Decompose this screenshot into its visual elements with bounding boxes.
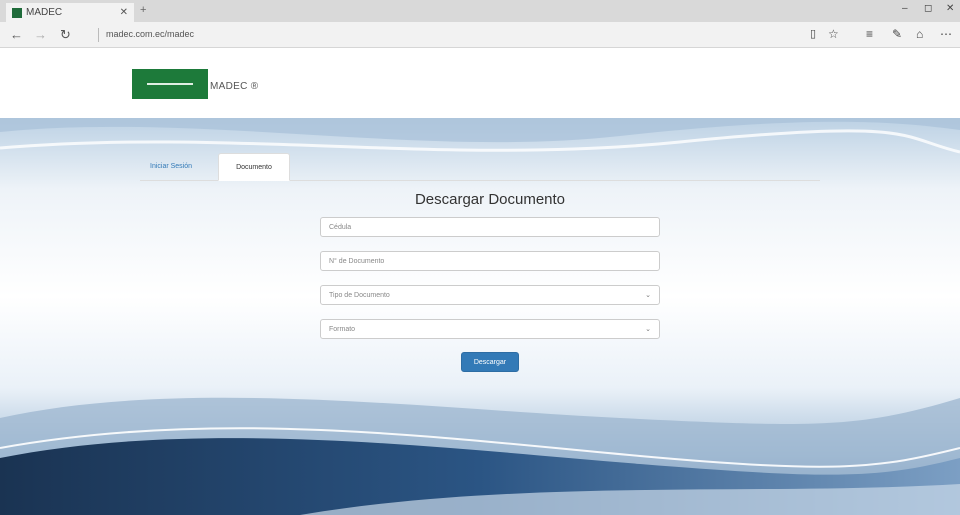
address-bar: ← → ↻ madec.com.ec/madec ▯ ☆ ≡ ✎ ⌂ ⋯	[0, 22, 960, 48]
hub-icon[interactable]: ≡	[866, 27, 873, 41]
maximize-icon[interactable]: ◻	[924, 3, 932, 14]
refresh-icon[interactable]: ↻	[60, 27, 71, 43]
new-tab-icon[interactable]: +	[140, 4, 146, 16]
url-field[interactable]: madec.com.ec/madec	[106, 29, 194, 39]
minimize-icon[interactable]: –	[902, 3, 908, 14]
document-type-select[interactable]: Tipo de Documento ⌄	[320, 285, 660, 305]
cedula-input[interactable]: Cédula	[320, 217, 660, 237]
cedula-placeholder: Cédula	[329, 223, 352, 231]
web-note-icon[interactable]: ✎	[892, 27, 902, 41]
browser-tab-bar: MADEC ✕ + – ◻ ✕	[0, 0, 960, 22]
tab-iniciar-sesion[interactable]: Iniciar Sesión	[150, 163, 192, 170]
chevron-down-icon: ⌄	[645, 292, 651, 299]
form-title: Descargar Documento	[414, 191, 566, 208]
window-close-icon[interactable]: ✕	[946, 3, 954, 14]
address-separator	[98, 28, 99, 42]
site-header: MADEC ®	[0, 48, 960, 118]
document-type-value: Tipo de Documento	[329, 291, 390, 299]
document-number-input[interactable]: N° de Documento	[320, 251, 660, 271]
brand-name: MADEC ®	[210, 81, 259, 92]
format-select[interactable]: Formato ⌄	[320, 319, 660, 339]
tab-documento[interactable]: Documento	[218, 153, 290, 181]
nav-tabs: Iniciar Sesión Documento	[140, 153, 820, 181]
company-logo[interactable]	[132, 69, 208, 99]
chevron-down-icon: ⌄	[645, 326, 651, 333]
more-icon[interactable]: ⋯	[940, 27, 952, 41]
logo-mark	[147, 83, 193, 85]
document-number-placeholder: N° de Documento	[329, 257, 385, 265]
format-value: Formato	[329, 325, 356, 333]
reading-view-icon[interactable]: ▯	[810, 27, 816, 40]
browser-tab-title: MADEC	[26, 7, 63, 18]
forward-icon[interactable]: →	[34, 27, 47, 42]
favicon-icon	[12, 7, 22, 18]
download-button[interactable]: Descargar	[461, 352, 519, 372]
share-icon[interactable]: ⌂	[916, 27, 923, 41]
close-tab-icon[interactable]: ✕	[120, 7, 128, 18]
browser-tab[interactable]: MADEC ✕	[6, 3, 134, 22]
favorite-star-icon[interactable]: ☆	[828, 27, 839, 41]
back-icon[interactable]: ←	[10, 27, 23, 42]
